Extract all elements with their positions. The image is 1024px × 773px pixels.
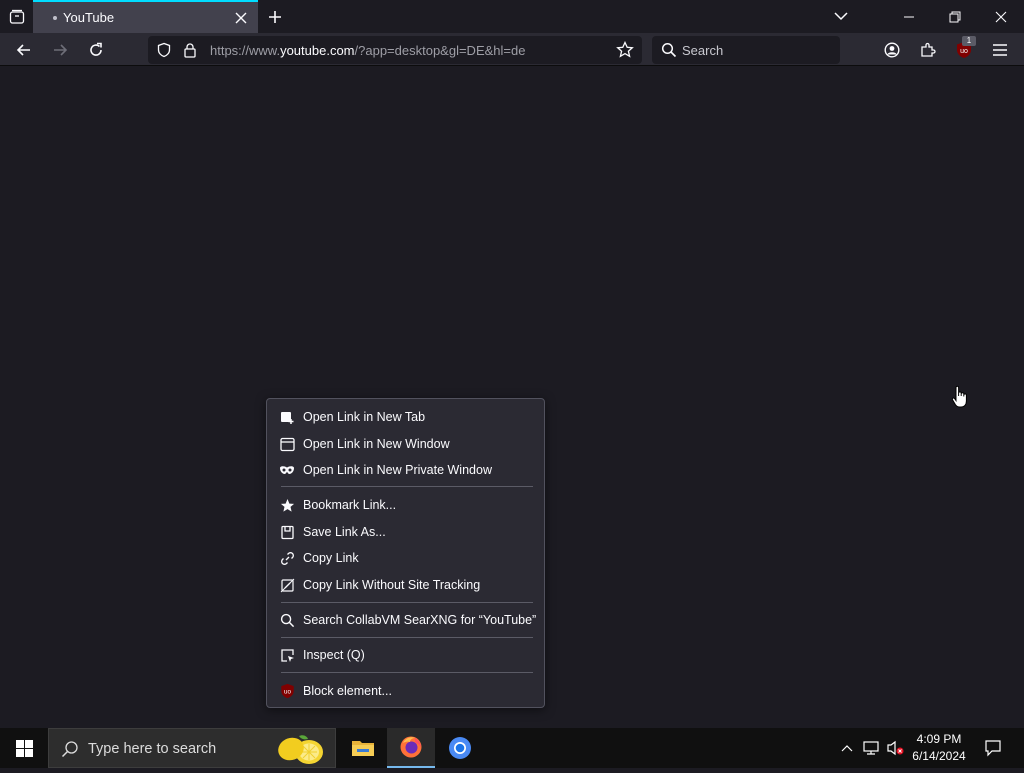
link-icon	[279, 550, 295, 566]
new-tab-button[interactable]	[263, 5, 287, 29]
folder-icon	[352, 741, 374, 756]
restore-button[interactable]	[932, 0, 978, 33]
tab-bar: YouTube	[0, 0, 1024, 33]
forward-button[interactable]	[46, 36, 74, 64]
taskbar-file-explorer[interactable]	[339, 728, 387, 768]
close-window-button[interactable]	[978, 0, 1024, 33]
taskbar-search-box[interactable]: Type here to search	[48, 728, 336, 768]
search-icon	[661, 42, 677, 63]
hand-cursor-icon	[951, 385, 971, 411]
clock-date: 6/14/2024	[912, 749, 966, 763]
tab-list-button[interactable]	[0, 0, 33, 33]
link-no-tracking-icon	[279, 577, 295, 593]
reload-button[interactable]	[82, 36, 110, 64]
star-icon	[279, 497, 295, 513]
star-outline-icon	[616, 40, 634, 58]
svg-text:uo: uo	[284, 689, 291, 696]
arrow-left-icon	[16, 44, 30, 56]
tab-title: YouTube	[63, 10, 115, 25]
close-icon	[235, 12, 247, 24]
bookmark-star-button[interactable]	[616, 40, 634, 64]
menu-separator	[281, 672, 533, 673]
clock-time: 4:09 PM	[916, 732, 962, 746]
menu-item-inspect[interactable]: Inspect (Q)	[267, 643, 544, 667]
tab-loading-dot	[53, 15, 57, 20]
hamburger-menu-icon	[993, 44, 1007, 56]
tracking-protection-icon[interactable]	[156, 42, 172, 63]
taskbar-clock[interactable]: 4:09 PM 6/14/2024	[905, 731, 973, 765]
tab-youtube[interactable]: YouTube	[33, 0, 258, 33]
reload-icon	[90, 42, 102, 56]
menu-item-open-private-window[interactable]: Open Link in New Private Window	[267, 458, 544, 482]
menu-item-open-new-window[interactable]: Open Link in New Window	[267, 432, 544, 456]
menu-item-bookmark-link[interactable]: Bookmark Link...	[267, 493, 544, 517]
minimize-icon	[904, 16, 914, 17]
search-icon	[279, 612, 295, 628]
tab-list-icon	[9, 9, 24, 24]
save-icon	[279, 524, 295, 540]
menu-item-copy-link-no-tracking[interactable]: Copy Link Without Site Tracking	[267, 573, 544, 597]
restore-icon	[949, 11, 961, 22]
windows-taskbar: Type here to search 4:09 PM 6/14/2024	[0, 728, 1024, 768]
tab-close-button[interactable]	[232, 9, 250, 27]
url-prefix: https://www.	[210, 43, 281, 58]
windows-logo-icon	[15, 739, 33, 757]
menu-item-copy-link[interactable]: Copy Link	[267, 546, 544, 570]
search-placeholder: Search	[682, 43, 724, 58]
menu-separator	[281, 486, 533, 487]
window-icon	[279, 436, 295, 452]
menu-item-open-new-tab[interactable]: Open Link in New Tab	[267, 405, 544, 429]
menu-separator	[281, 602, 533, 603]
menu-item-block-element[interactable]: uo Block element...	[267, 679, 544, 703]
private-mask-icon	[279, 462, 295, 478]
show-hidden-icons-button[interactable]	[836, 728, 858, 768]
back-button[interactable]	[10, 36, 38, 64]
menu-item-search-searxng[interactable]: Search CollabVM SearXNG for “YouTube”	[267, 608, 544, 632]
link-context-menu: Open Link in New Tab Open Link in New Wi…	[266, 398, 545, 708]
navigation-toolbar: https://www.youtube.com/?app=desktop&gl=…	[0, 33, 1024, 66]
chevron-down-icon	[834, 12, 848, 21]
list-all-tabs-button[interactable]	[830, 5, 852, 27]
ublock-icon: uo	[279, 683, 295, 699]
menu-item-save-link[interactable]: Save Link As...	[267, 520, 544, 544]
puzzle-icon	[921, 42, 936, 57]
network-icon	[863, 741, 879, 755]
minimize-button[interactable]	[886, 0, 932, 33]
start-button[interactable]	[0, 728, 48, 768]
menu-button[interactable]	[986, 36, 1014, 64]
svg-text:uo: uo	[960, 48, 968, 55]
url-host: youtube.com	[280, 43, 355, 58]
firefox-icon	[400, 736, 422, 758]
account-button[interactable]	[878, 36, 906, 64]
plus-icon	[269, 11, 281, 23]
chromium-icon	[449, 737, 471, 759]
chevron-up-icon	[841, 745, 853, 752]
url-text[interactable]: https://www.youtube.com/?app=desktop&gl=…	[210, 43, 525, 58]
notification-icon	[985, 740, 1001, 757]
ublock-badge: 1	[962, 36, 976, 46]
menu-separator	[281, 637, 533, 638]
url-rest: /?app=desktop&gl=DE&hl=de	[354, 43, 526, 58]
taskbar-firefox[interactable]	[387, 728, 435, 768]
address-bar[interactable]: https://www.youtube.com/?app=desktop&gl=…	[148, 36, 642, 64]
taskbar-chrome[interactable]	[436, 728, 484, 768]
volume-muted-icon	[887, 740, 904, 756]
search-icon	[61, 740, 79, 763]
new-tab-icon	[279, 409, 295, 425]
volume-status[interactable]	[884, 728, 906, 768]
close-icon	[995, 11, 1007, 22]
extensions-button[interactable]	[914, 36, 942, 64]
arrow-right-icon	[54, 44, 68, 56]
account-icon	[884, 42, 900, 58]
network-status[interactable]	[860, 728, 882, 768]
inspect-icon	[279, 647, 295, 663]
lock-icon[interactable]	[182, 42, 198, 63]
taskbar-search-placeholder: Type here to search	[88, 741, 217, 757]
search-bar[interactable]: Search	[652, 36, 840, 64]
action-center-button[interactable]	[978, 728, 1008, 768]
lemon-search-highlight-icon	[271, 730, 327, 773]
